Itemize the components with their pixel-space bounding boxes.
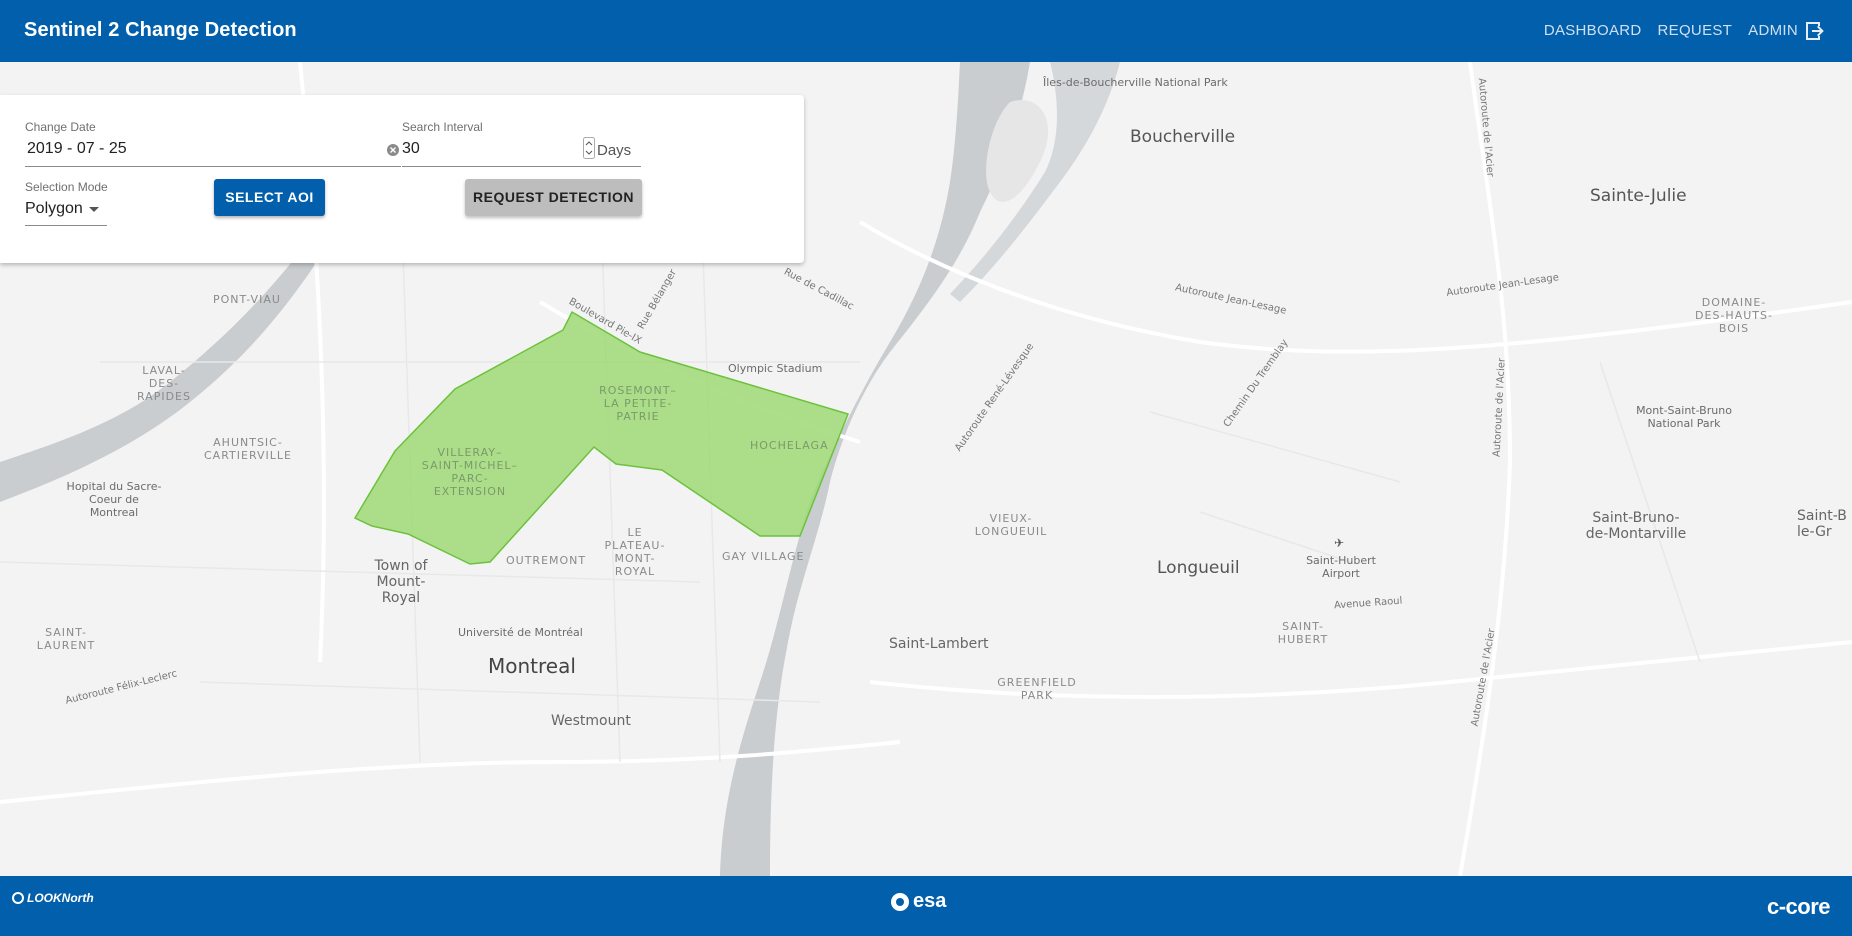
map-label-saint-lambert: Saint-Lambert — [889, 636, 989, 652]
map-label-town-mount-royal: Town of Mount-Royal — [374, 558, 428, 606]
map-label-outremont: OUTREMONT — [506, 554, 587, 567]
map-label-hochelaga: HOCHELAGA — [750, 439, 829, 452]
map-label-saint-hubert: SAINT-HUBERT — [1277, 620, 1329, 646]
map-label-rosemont: ROSEMONT–LA PETITE-PATRIE — [599, 384, 677, 423]
map-label-boucherville: Boucherville — [1130, 127, 1236, 147]
selection-mode-label: Selection Mode — [25, 180, 108, 194]
map-label-pont-viau: PONT-VIAU — [213, 293, 281, 306]
looknorth-logo-text: LOOKNorth — [27, 891, 94, 905]
map-label-universite: Université de Montréal — [458, 626, 583, 639]
map-label-iles-park: Îles-de-Boucherville National Park — [1043, 76, 1228, 89]
nav-admin[interactable]: ADMIN — [1748, 22, 1798, 39]
looknorth-logo-icon — [12, 892, 24, 904]
airport-icon: ✈ — [1334, 536, 1345, 550]
map-label-montreal: Montreal — [488, 654, 576, 678]
map-label-domaine: DOMAINE-DES-HAUTS-BOIS — [1695, 296, 1773, 335]
map-label-vieux-longueuil: VIEUX-LONGUEUIL — [974, 512, 1048, 538]
selection-mode-select[interactable]: Polygon — [25, 200, 83, 218]
chevron-down-icon[interactable] — [88, 205, 100, 213]
esa-logo-icon — [891, 892, 909, 911]
change-date-label: Change Date — [25, 120, 96, 134]
search-interval-input[interactable]: 30 — [402, 140, 420, 158]
map-label-westmount: Westmount — [551, 713, 631, 729]
map-label-ahuntsic: AHUNTSIC-CARTIERVILLE — [204, 436, 292, 462]
map-label-saint-b-right: Saint-B le-Gr — [1797, 508, 1847, 540]
map-label-villeray: VILLERAY–SAINT-MICHEL–PARC-EXTENSION — [421, 446, 519, 498]
select-aoi-button[interactable]: SELECT AOI — [214, 179, 325, 216]
logout-icon[interactable] — [1802, 19, 1826, 43]
map-label-airport: Saint-Hubert Airport — [1306, 554, 1376, 580]
map-label-longueuil: Longueuil — [1157, 558, 1240, 578]
c-core-logo: c-core — [1766, 894, 1831, 919]
main-nav: DASHBOARD REQUEST ADMIN — [1528, 22, 1798, 39]
map-label-plateau: LE PLATEAU-MONT-ROYAL — [604, 526, 666, 578]
esa-logo: esa — [890, 890, 946, 913]
esa-logo-text: esa — [913, 890, 947, 912]
app-title: Sentinel 2 Change Detection — [24, 19, 297, 41]
map-label-hopital: Hopital du Sacre-Coeur de Montreal — [66, 480, 162, 519]
map-label-sainte-julie: Sainte-Julie — [1590, 186, 1687, 206]
number-spinner-icon[interactable] — [583, 137, 595, 159]
map-label-saint-laurent: SAINT-LAURENT — [36, 626, 96, 652]
map-label-olympic-stadium: Olympic Stadium — [728, 362, 823, 375]
search-interval-underline — [402, 166, 641, 167]
map-label-greenfield: GREENFIELD PARK — [997, 676, 1077, 702]
change-date-input[interactable]: 2019 - 07 - 25 — [27, 140, 127, 158]
request-detection-button[interactable]: REQUEST DETECTION — [465, 179, 642, 216]
looknorth-logo: LOOKNorth — [12, 891, 94, 905]
top-app-bar: Sentinel 2 Change Detection DASHBOARD RE… — [0, 0, 1852, 62]
map-label-saint-bruno: Saint-Bruno-de-Montarville — [1585, 510, 1687, 542]
change-date-underline — [25, 166, 401, 167]
clear-icon[interactable] — [387, 144, 399, 156]
nav-request[interactable]: REQUEST — [1658, 22, 1733, 39]
map-label-gay-village: GAY VILLAGE — [722, 550, 805, 563]
days-suffix: Days — [597, 142, 632, 159]
search-interval-label: Search Interval — [402, 120, 483, 134]
footer-bar: LOOKNorth esa c-core — [0, 876, 1852, 936]
nav-dashboard[interactable]: DASHBOARD — [1544, 22, 1642, 39]
selection-mode-underline — [25, 225, 107, 226]
map-label-mont-saint-bruno: Mont-Saint-Bruno National Park — [1636, 404, 1732, 430]
detection-request-panel: Change Date 2019 - 07 - 25 Search Interv… — [0, 95, 804, 263]
map-label-laval: LAVAL-DES-RAPIDES — [136, 364, 191, 403]
